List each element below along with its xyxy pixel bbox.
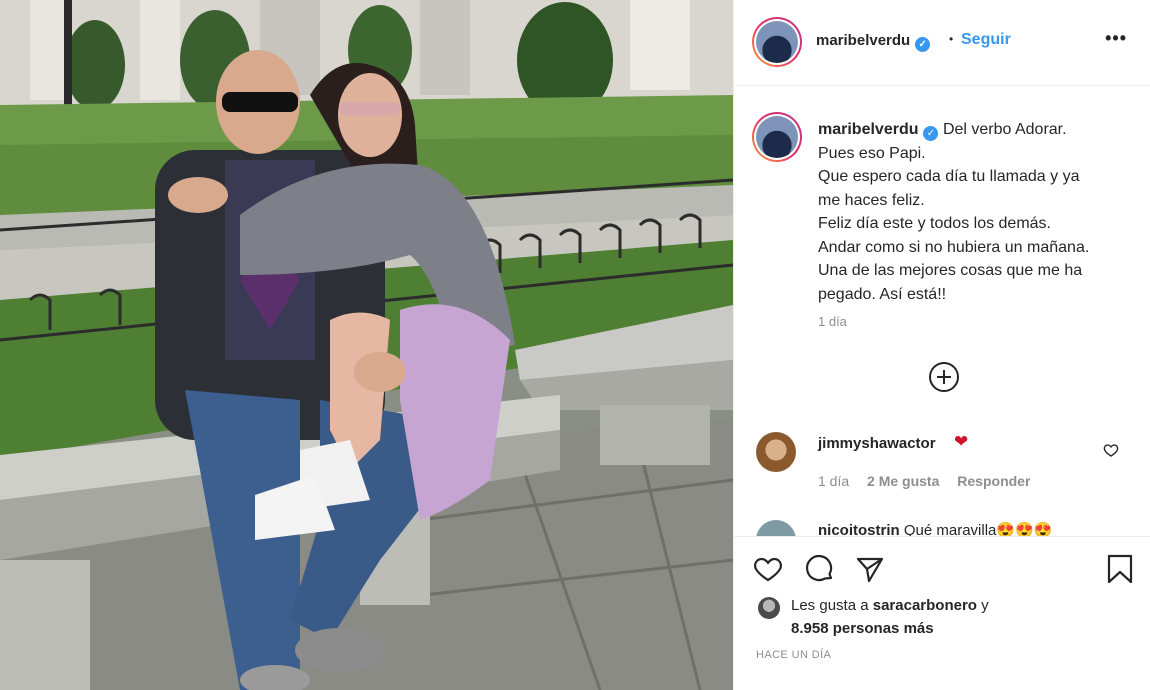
liker-avatar[interactable] [758,597,780,619]
verified-icon: ✓ [915,37,931,52]
caption-line: Que espero cada día tu llamada y ya [818,168,1080,185]
bookmark-icon[interactable] [1104,553,1136,585]
share-icon[interactable] [854,553,886,585]
reply-button[interactable]: Responder [957,473,1030,489]
comment-meta: 1 día 2 Me gusta Responder [818,473,1044,489]
caption-line: Andar como si no hubiera un mañana. [818,238,1090,256]
post-photo[interactable] [0,0,733,690]
follow-button[interactable]: Seguir [961,31,1011,49]
commenter-avatar[interactable] [756,520,796,536]
liker-username[interactable]: saracarbonero [873,597,977,614]
comment-text: ❤ [954,432,969,451]
caption-author-avatar[interactable] [752,112,802,162]
comment-text: Qué maravilla😍😍😍 [903,522,1053,536]
comment-icon[interactable] [804,553,836,585]
heart-icon[interactable] [752,553,784,585]
post-timestamp[interactable]: HACE UN DÍA [756,649,831,661]
caption-age[interactable]: 1 día [818,314,847,329]
caption-text: maribelverdu ✓ Del verbo Adorar. Pues eso… [818,118,1128,306]
post-actions: Les gusta a saracarbonero y 8.958 person… [734,536,1150,690]
add-comment-icon[interactable] [929,362,959,392]
post-side-panel: maribelverdu ✓ • Seguir ••• maribelverdu ✓… [733,0,1150,690]
author-username[interactable]: maribelverdu ✓ [816,32,931,52]
commenter-avatar[interactable] [756,432,796,472]
caption-line-text: Del verbo Adorar. [942,121,1067,138]
comment-item: jimmyshawactor ❤ 1 día 2 Me gusta Respon… [734,430,1150,510]
comment-line: nicoitostrin Qué maravilla😍😍😍 [818,521,1052,536]
comment-age[interactable]: 1 día [818,473,849,489]
likes-line: Les gusta a saracarbonero y [791,597,989,614]
comment-likes[interactable]: 2 Me gusta [867,473,939,489]
separator-dot: • [949,32,954,46]
author-username-text[interactable]: maribelverdu [816,32,910,49]
likes-prefix: Les gusta a [791,597,869,614]
verified-icon: ✓ [923,126,939,141]
caption-line: maribelverdu ✓ Del verbo Adorar. [818,118,1128,142]
caption-line: pegado. Así está!! [818,285,947,303]
caption-line: me haces feliz. [818,191,925,209]
more-icon[interactable]: ••• [1105,28,1127,49]
comment-item: nicoitostrin Qué maravilla😍😍😍 [734,518,1150,536]
post-header: maribelverdu ✓ • Seguir ••• [734,0,1150,86]
commenter-username[interactable]: nicoitostrin [818,522,900,536]
likes-suffix: y [981,597,989,614]
caption-line: Pues eso Papi. [818,144,926,162]
likes-others[interactable]: 8.958 personas más [791,620,934,637]
caption-username[interactable]: maribelverdu [818,121,918,138]
author-avatar[interactable] [752,17,802,67]
caption-line: Una de las mejores cosas que me ha [818,262,1083,279]
caption-line: Feliz día este y todos los demás. [818,215,1051,232]
heart-icon[interactable] [1103,442,1119,458]
post-photo-image [0,0,733,690]
commenter-username[interactable]: jimmyshawactor [818,435,936,452]
